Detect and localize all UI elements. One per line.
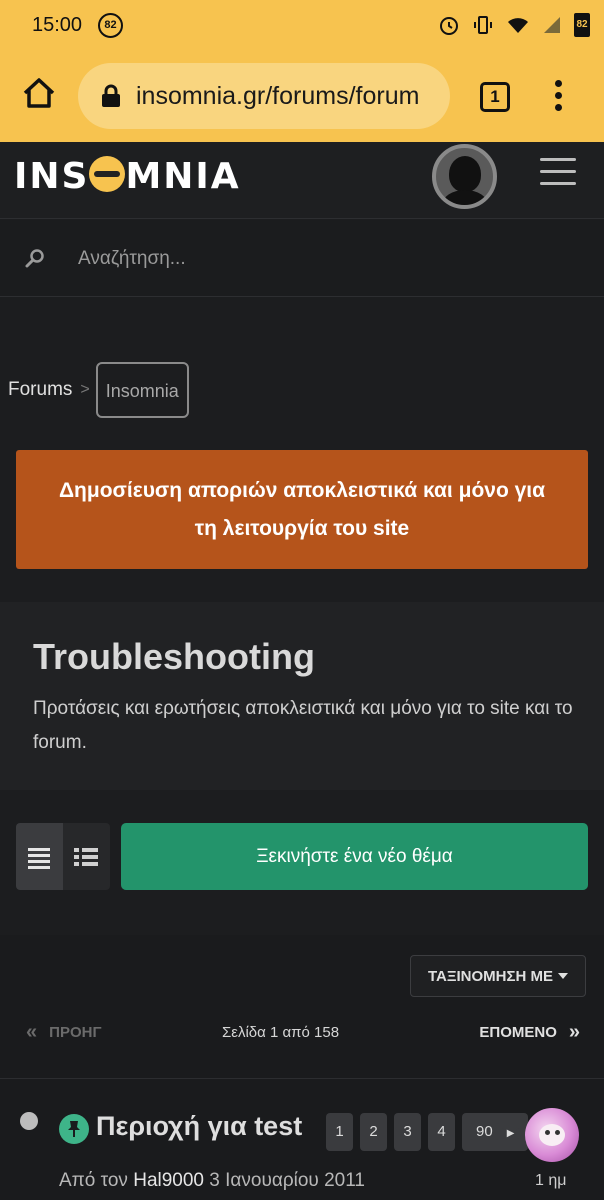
tabs-icon[interactable]: 1 — [480, 82, 510, 112]
hamburger-icon[interactable] — [540, 158, 576, 188]
last-activity-time: 1 ημ — [535, 1172, 567, 1189]
topic-author[interactable]: Hal9000 — [133, 1170, 204, 1191]
lock-icon — [102, 84, 120, 107]
grid-view-button[interactable] — [63, 823, 110, 890]
alarm-icon — [440, 17, 458, 35]
last-poster-avatar[interactable] — [525, 1108, 579, 1162]
status-icons: 82 — [438, 13, 590, 37]
breadcrumb-separator: > — [80, 381, 90, 398]
url-bar[interactable]: insomnia.gr/forums/forum — [78, 63, 450, 129]
search-icon[interactable] — [24, 248, 46, 270]
topic-meta: Από τον Hal9000 3 Ιανουαρίου 2011 — [59, 1170, 365, 1192]
home-icon[interactable] — [20, 74, 58, 112]
forum-header: Troubleshooting Προτάσεις και ερωτήσεις … — [0, 602, 604, 790]
browser-toolbar: insomnia.gr/forums/forum 1 — [0, 52, 604, 142]
forum-description: Προτάσεις και ερωτήσεις αποκλειστικά και… — [33, 698, 573, 753]
status-time: 15:00 — [32, 14, 83, 36]
sort-label: ΤΑΞΙΝΟΜΗΣΗ ΜΕ — [427, 967, 554, 985]
vibrate-icon — [474, 16, 492, 34]
by-prefix: Από τον — [59, 1170, 128, 1191]
page-title: Troubleshooting — [33, 636, 315, 677]
url-text: insomnia.gr/forums/forum — [136, 82, 420, 110]
chevron-double-left-icon: « — [26, 1021, 38, 1043]
divider — [0, 1078, 604, 1079]
pin-icon — [59, 1114, 89, 1144]
unread-dot — [20, 1112, 38, 1130]
prev-page-button[interactable]: « ΠΡΟΗΓ — [26, 1021, 102, 1043]
topic-page-link[interactable]: 4 — [428, 1113, 455, 1151]
user-avatar[interactable] — [432, 144, 497, 209]
topic-page-link[interactable]: 3 — [394, 1113, 421, 1151]
breadcrumb-forums[interactable]: Forums — [8, 379, 72, 401]
search-input[interactable] — [78, 244, 578, 274]
site-header: INS MNIA — [0, 142, 604, 219]
prev-label: ΠΡΟΗΓ — [49, 1024, 102, 1041]
notice-banner: Δημοσίευση αποριών αποκλειστικά και μόνο… — [16, 450, 588, 569]
page-info: Σελίδα 1 από 158 — [222, 1024, 340, 1041]
topic-title[interactable]: Περιοχή για test — [96, 1111, 302, 1142]
topic-last-page-link[interactable]: 90 ▶ — [462, 1113, 529, 1151]
grid-view-icon — [74, 848, 98, 869]
next-page-button[interactable]: ΕΠΟΜΕΝΟ » — [479, 1021, 580, 1043]
status-bar: 15:00 82 82 — [0, 0, 604, 52]
wifi-icon — [508, 18, 528, 33]
pagination: « ΠΡΟΗΓ Σελίδα 1 από 158 ΕΠΟΜΕΝΟ » — [0, 1018, 604, 1048]
battery-indicator: 82 — [574, 13, 590, 37]
notice-text: Δημοσίευση αποριών αποκλειστικά και μόνο… — [58, 478, 546, 540]
topic-pages: 1 2 3 4 90 ▶ — [326, 1113, 529, 1151]
topic-page-link[interactable]: 2 — [360, 1113, 387, 1151]
sort-button[interactable]: ΤΑΞΙΝΟΜΗΣΗ ΜΕ — [410, 955, 586, 997]
site-logo[interactable]: INS MNIA — [14, 156, 241, 197]
topic-page-link[interactable]: 1 — [326, 1113, 353, 1151]
notification-badge: 82 — [98, 13, 123, 38]
new-topic-button[interactable]: Ξεκινήστε ένα νέο θέμα — [121, 823, 588, 890]
topic-date: 3 Ιανουαρίου 2011 — [209, 1170, 365, 1191]
chevron-double-right-icon: » — [568, 1021, 580, 1043]
breadcrumb: Forums > Insomnia — [8, 362, 189, 418]
list-view-button[interactable] — [16, 823, 63, 890]
breadcrumb-current[interactable]: Insomnia — [95, 362, 189, 418]
more-vert-icon[interactable] — [549, 80, 567, 114]
chevron-down-icon — [558, 973, 569, 979]
view-toggle — [16, 823, 110, 890]
logo-face-icon — [89, 156, 126, 192]
signal-icon — [544, 17, 560, 33]
next-label: ΕΠΟΜΕΝΟ — [479, 1024, 557, 1041]
search-bar — [0, 220, 604, 297]
list-view-icon — [28, 848, 50, 872]
